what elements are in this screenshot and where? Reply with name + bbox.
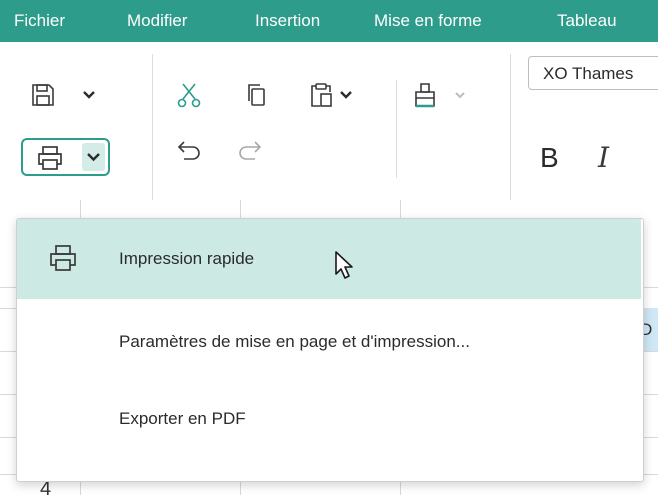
menu-fichier[interactable]: Fichier bbox=[14, 0, 65, 42]
menu-item-export-pdf[interactable]: Exporter en PDF bbox=[17, 379, 641, 459]
toolbar-separator bbox=[396, 80, 397, 178]
format-painter-icon[interactable] bbox=[410, 80, 440, 110]
font-name-field[interactable]: XO Thames bbox=[528, 56, 658, 90]
bold-button[interactable]: B bbox=[540, 144, 559, 172]
copy-icon[interactable] bbox=[241, 80, 271, 110]
menu-tableau[interactable]: Tableau bbox=[557, 0, 617, 42]
menu-modifier[interactable]: Modifier bbox=[127, 0, 187, 42]
redo-icon bbox=[235, 138, 265, 168]
mouse-pointer-icon bbox=[334, 250, 356, 287]
cut-icon[interactable] bbox=[174, 80, 204, 110]
save-dropdown-chevron-icon[interactable] bbox=[80, 80, 98, 110]
paste-icon[interactable] bbox=[306, 80, 336, 110]
printer-icon bbox=[47, 243, 79, 275]
menu-bar: Fichier Modifier Insertion Mise en forme… bbox=[0, 0, 658, 42]
menu-item-label: Exporter en PDF bbox=[119, 409, 246, 428]
format-painter-dropdown-chevron-icon bbox=[452, 80, 468, 110]
paste-dropdown-chevron-icon[interactable] bbox=[337, 80, 355, 110]
undo-icon[interactable] bbox=[174, 138, 204, 168]
menu-item-label: Paramètres de mise en page et d'impressi… bbox=[119, 332, 470, 351]
menu-item-quick-print[interactable]: Impression rapide bbox=[17, 219, 641, 299]
menu-item-page-setup[interactable]: Paramètres de mise en page et d'impressi… bbox=[17, 302, 641, 382]
print-dropdown-toggle[interactable] bbox=[82, 143, 105, 171]
print-dropdown-menu: Impression rapide Paramètres de mise en … bbox=[16, 218, 644, 482]
menu-mise-en-forme[interactable]: Mise en forme bbox=[374, 0, 482, 42]
toolbar-separator bbox=[510, 54, 511, 200]
save-icon[interactable] bbox=[28, 80, 58, 110]
print-button-group[interactable] bbox=[21, 138, 110, 176]
toolbar-separator bbox=[152, 54, 153, 200]
toolbar: XO Thames B I bbox=[0, 42, 658, 200]
print-icon[interactable] bbox=[35, 143, 65, 173]
menu-insertion[interactable]: Insertion bbox=[255, 0, 320, 42]
italic-button[interactable]: I bbox=[598, 144, 609, 172]
menu-item-label: Impression rapide bbox=[119, 249, 255, 268]
